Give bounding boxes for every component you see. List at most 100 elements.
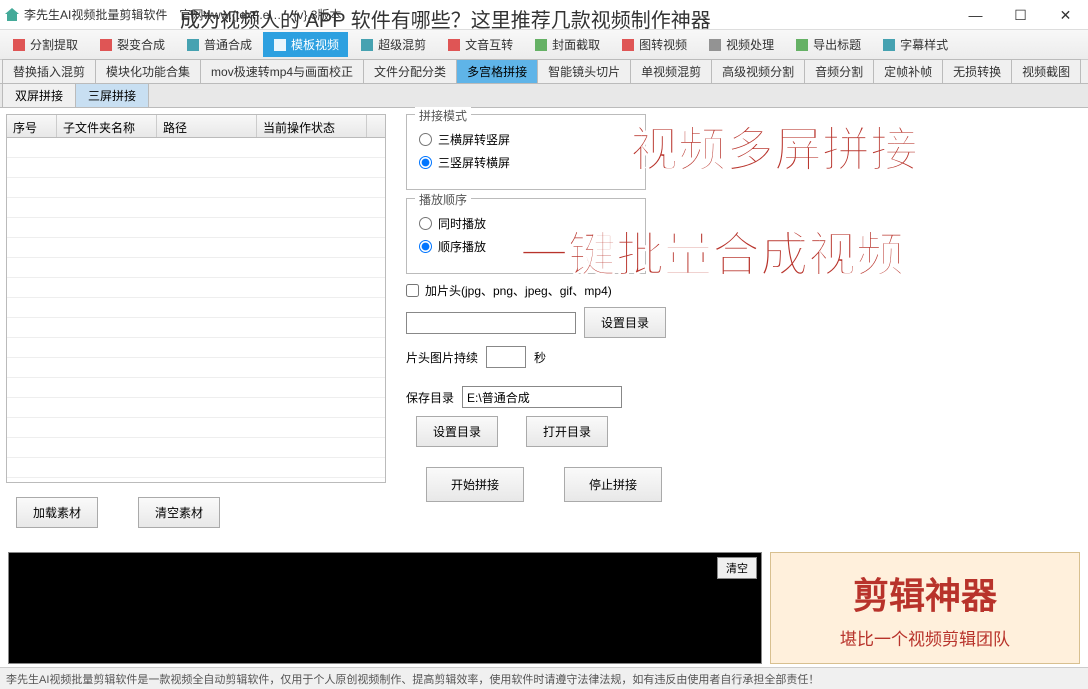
- table-row[interactable]: [7, 418, 385, 438]
- promo-big-text: 剪辑神器: [853, 567, 997, 619]
- add-material-button[interactable]: 加载素材: [16, 497, 98, 528]
- toolbar-超级混剪[interactable]: 超级混剪: [350, 32, 435, 57]
- toolbar-导出标题[interactable]: 导出标题: [785, 32, 870, 57]
- tab-多宫格拼接[interactable]: 多宫格拼接: [456, 59, 538, 83]
- window-title: 李先生AI视频批量剪辑软件 官网www.{text}.e… {v}.3版本: [24, 6, 341, 23]
- tab-视频截图[interactable]: 视频截图: [1011, 59, 1081, 83]
- toolbar-icon: [881, 37, 897, 53]
- left-panel: 序号子文件夹名称路径当前操作状态 加载素材 清空素材: [6, 114, 386, 542]
- maximize-button[interactable]: ☐: [998, 0, 1043, 30]
- toolbar-icon: [11, 37, 27, 53]
- table-row[interactable]: [7, 158, 385, 178]
- toolbar-icon: [533, 37, 549, 53]
- table-row[interactable]: [7, 378, 385, 398]
- tab-row: 替换插入混剪模块化功能合集mov极速转mp4与画面校正文件分配分类多宫格拼接智能…: [0, 60, 1088, 84]
- table-row[interactable]: [7, 138, 385, 158]
- set-save-dir-button[interactable]: 设置目录: [416, 416, 498, 447]
- toolbar-icon: [185, 37, 201, 53]
- promo-small-text: 堪比一个视频剪辑团队: [840, 625, 1010, 650]
- table-row[interactable]: [7, 318, 385, 338]
- console: 清空: [8, 552, 762, 664]
- table-row[interactable]: [7, 438, 385, 458]
- start-splice-button[interactable]: 开始拼接: [426, 467, 524, 502]
- minimize-button[interactable]: —: [953, 0, 998, 30]
- set-header-dir-button[interactable]: 设置目录: [584, 307, 666, 338]
- splice-mode-legend: 拼接模式: [415, 107, 471, 124]
- play-order-legend: 播放顺序: [415, 191, 471, 208]
- table-row[interactable]: [7, 218, 385, 238]
- table-row[interactable]: [7, 278, 385, 298]
- play-order-group: 播放顺序 同时播放 顺序播放: [406, 198, 646, 274]
- tab-无损转换[interactable]: 无损转换: [942, 59, 1012, 83]
- table-header-cell: 路径: [157, 115, 257, 137]
- toolbar-icon: [620, 37, 636, 53]
- table-row[interactable]: [7, 298, 385, 318]
- toolbar-图转视频[interactable]: 图转视频: [611, 32, 696, 57]
- table-row[interactable]: [7, 338, 385, 358]
- subtab-双屏拼接[interactable]: 双屏拼接: [2, 83, 76, 107]
- tab-音频分割[interactable]: 音频分割: [804, 59, 874, 83]
- table-header-cell: 当前操作状态: [257, 115, 367, 137]
- toolbar-分割提取[interactable]: 分割提取: [2, 32, 87, 57]
- main-area: 序号子文件夹名称路径当前操作状态 加载素材 清空素材 拼接模式 三横屏转竖屏 三…: [0, 108, 1088, 548]
- table-row[interactable]: [7, 398, 385, 418]
- tab-替换插入混剪[interactable]: 替换插入混剪: [2, 59, 96, 83]
- table-body: [6, 138, 386, 483]
- table-header: 序号子文件夹名称路径当前操作状态: [6, 114, 386, 138]
- toolbar-icon: [446, 37, 462, 53]
- table-row[interactable]: [7, 178, 385, 198]
- play-order-option-1[interactable]: 同时播放: [419, 215, 633, 232]
- tab-单视频混剪[interactable]: 单视频混剪: [630, 59, 712, 83]
- home-icon: [4, 7, 20, 23]
- toolbar-字幕样式[interactable]: 字幕样式: [872, 32, 957, 57]
- subtab-三屏拼接[interactable]: 三屏拼接: [75, 83, 149, 107]
- titlebar: 李先生AI视频批量剪辑软件 官网www.{text}.e… {v}.3版本 — …: [0, 0, 1088, 30]
- open-save-dir-button[interactable]: 打开目录: [526, 416, 608, 447]
- save-dir-input[interactable]: [462, 386, 622, 408]
- tab-定帧补帧[interactable]: 定帧补帧: [873, 59, 943, 83]
- toolbar-裂变合成[interactable]: 裂变合成: [89, 32, 174, 57]
- toolbar-icon: [794, 37, 810, 53]
- main-toolbar: 分割提取裂变合成普通合成模板视频超级混剪文音互转封面截取图转视频视频处理导出标题…: [0, 30, 1088, 60]
- promo-box: 剪辑神器 堪比一个视频剪辑团队: [770, 552, 1080, 664]
- clear-console-button[interactable]: 清空: [717, 557, 757, 579]
- add-header-checkbox[interactable]: 加片头(jpg、png、jpeg、gif、mp4): [406, 282, 1082, 299]
- table-row[interactable]: [7, 198, 385, 218]
- tab-智能镜头切片[interactable]: 智能镜头切片: [537, 59, 631, 83]
- close-button[interactable]: ✕: [1043, 0, 1088, 30]
- toolbar-icon: [359, 37, 375, 53]
- table-row[interactable]: [7, 358, 385, 378]
- duration-label: 片头图片持续: [406, 349, 478, 366]
- toolbar-封面截取[interactable]: 封面截取: [524, 32, 609, 57]
- toolbar-文音互转[interactable]: 文音互转: [437, 32, 522, 57]
- duration-input[interactable]: [486, 346, 526, 368]
- toolbar-icon: [98, 37, 114, 53]
- stop-splice-button[interactable]: 停止拼接: [564, 467, 662, 502]
- tab-模块化功能合集[interactable]: 模块化功能合集: [95, 59, 201, 83]
- toolbar-普通合成[interactable]: 普通合成: [176, 32, 261, 57]
- duration-unit: 秒: [534, 349, 546, 366]
- tab-mov极速转mp4与画面校正[interactable]: mov极速转mp4与画面校正: [200, 59, 364, 83]
- splice-mode-group: 拼接模式 三横屏转竖屏 三竖屏转横屏: [406, 114, 646, 190]
- clear-material-button[interactable]: 清空素材: [138, 497, 220, 528]
- toolbar-模板视频[interactable]: 模板视频: [263, 32, 348, 57]
- tab-高级视频分割[interactable]: 高级视频分割: [711, 59, 805, 83]
- bottom-area: 清空 剪辑神器 堪比一个视频剪辑团队: [0, 548, 1088, 668]
- save-dir-label: 保存目录: [406, 389, 454, 406]
- table-header-cell: 序号: [7, 115, 57, 137]
- sub-tab-row: 双屏拼接三屏拼接: [0, 84, 1088, 108]
- splice-mode-option-2[interactable]: 三竖屏转横屏: [419, 154, 633, 171]
- toolbar-icon: [272, 37, 288, 53]
- tab-文件分配分类[interactable]: 文件分配分类: [363, 59, 457, 83]
- toolbar-icon: [707, 37, 723, 53]
- header-dir-input[interactable]: [406, 312, 576, 334]
- play-order-option-2[interactable]: 顺序播放: [419, 238, 633, 255]
- table-header-cell: 子文件夹名称: [57, 115, 157, 137]
- splice-mode-option-1[interactable]: 三横屏转竖屏: [419, 131, 633, 148]
- right-panel: 拼接模式 三横屏转竖屏 三竖屏转横屏 播放顺序 同时播放 顺序播放 加片头(jp…: [386, 114, 1082, 542]
- toolbar-视频处理[interactable]: 视频处理: [698, 32, 783, 57]
- footer: 李先生AI视频批量剪辑软件是一款视频全自动剪辑软件，仅用于个人原创视频制作、提高…: [0, 667, 1088, 689]
- table-row[interactable]: [7, 238, 385, 258]
- table-row[interactable]: [7, 458, 385, 478]
- table-row[interactable]: [7, 258, 385, 278]
